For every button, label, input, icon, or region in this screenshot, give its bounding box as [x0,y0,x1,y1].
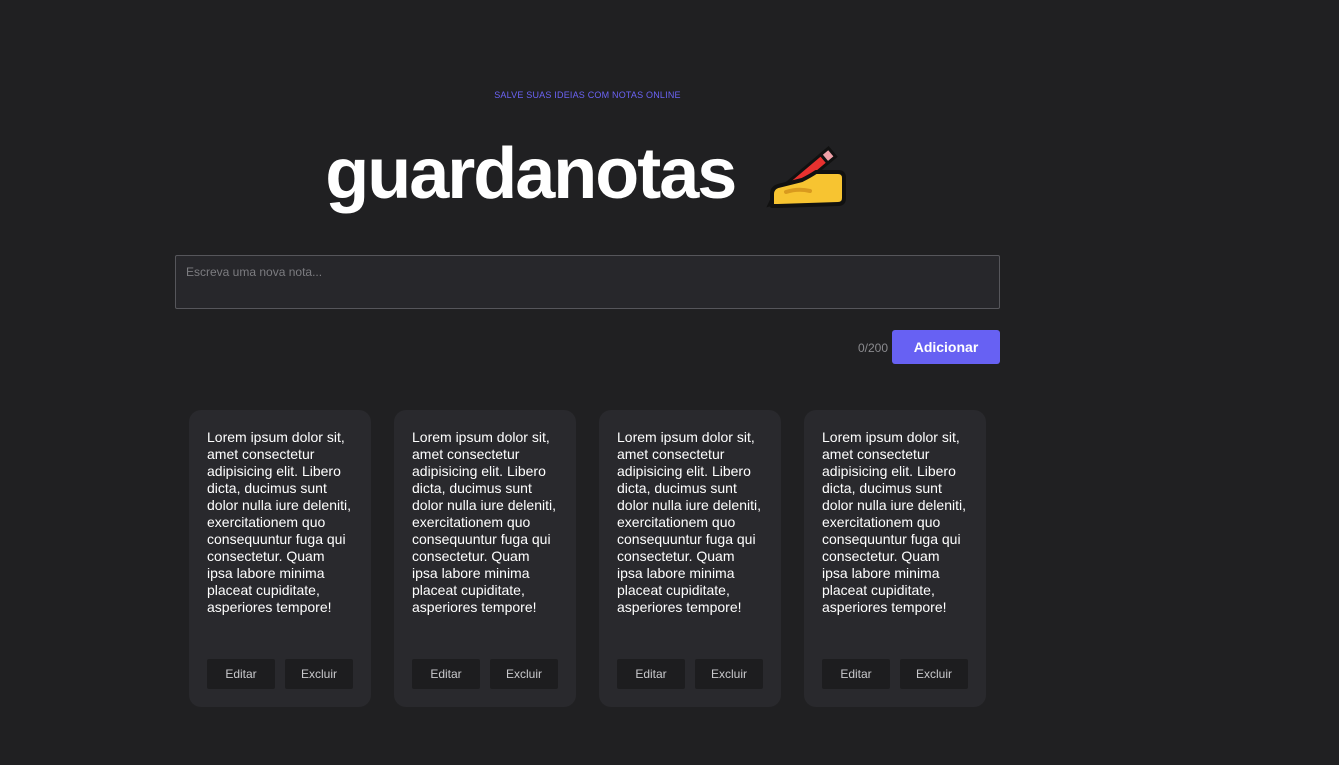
note-actions: Editar Excluir [412,659,558,689]
page: SALVE SUAS IDEIAS COM NOTAS ONLINE guard… [0,0,1339,765]
character-counter: 0/200 [857,341,888,355]
delete-note-button[interactable]: Excluir [900,659,968,689]
delete-note-button[interactable]: Excluir [490,659,558,689]
note-card: Lorem ipsum dolor sit, amet consectetur … [599,410,781,707]
note-text: Lorem ipsum dolor sit, amet consectetur … [617,429,761,615]
header: guardanotas [175,134,1000,224]
page-title: guardanotas [325,134,737,214]
writing-hand-icon [764,136,850,212]
note-text: Lorem ipsum dolor sit, amet consectetur … [822,429,966,615]
new-note-input[interactable] [175,255,1000,309]
delete-note-button[interactable]: Excluir [285,659,353,689]
note-actions: Editar Excluir [617,659,763,689]
note-actions: Editar Excluir [207,659,353,689]
edit-note-button[interactable]: Editar [822,659,890,689]
note-actions: Editar Excluir [822,659,968,689]
note-card: Lorem ipsum dolor sit, amet consectetur … [189,410,371,707]
note-card: Lorem ipsum dolor sit, amet consectetur … [394,410,576,707]
notes-list: Lorem ipsum dolor sit, amet consectetur … [189,410,986,707]
edit-note-button[interactable]: Editar [412,659,480,689]
note-card: Lorem ipsum dolor sit, amet consectetur … [804,410,986,707]
note-text: Lorem ipsum dolor sit, amet consectetur … [412,429,556,615]
tagline: SALVE SUAS IDEIAS COM NOTAS ONLINE [494,90,681,100]
note-text: Lorem ipsum dolor sit, amet consectetur … [207,429,351,615]
delete-note-button[interactable]: Excluir [695,659,763,689]
edit-note-button[interactable]: Editar [617,659,685,689]
edit-note-button[interactable]: Editar [207,659,275,689]
add-note-button[interactable]: Adicionar [892,330,1000,364]
